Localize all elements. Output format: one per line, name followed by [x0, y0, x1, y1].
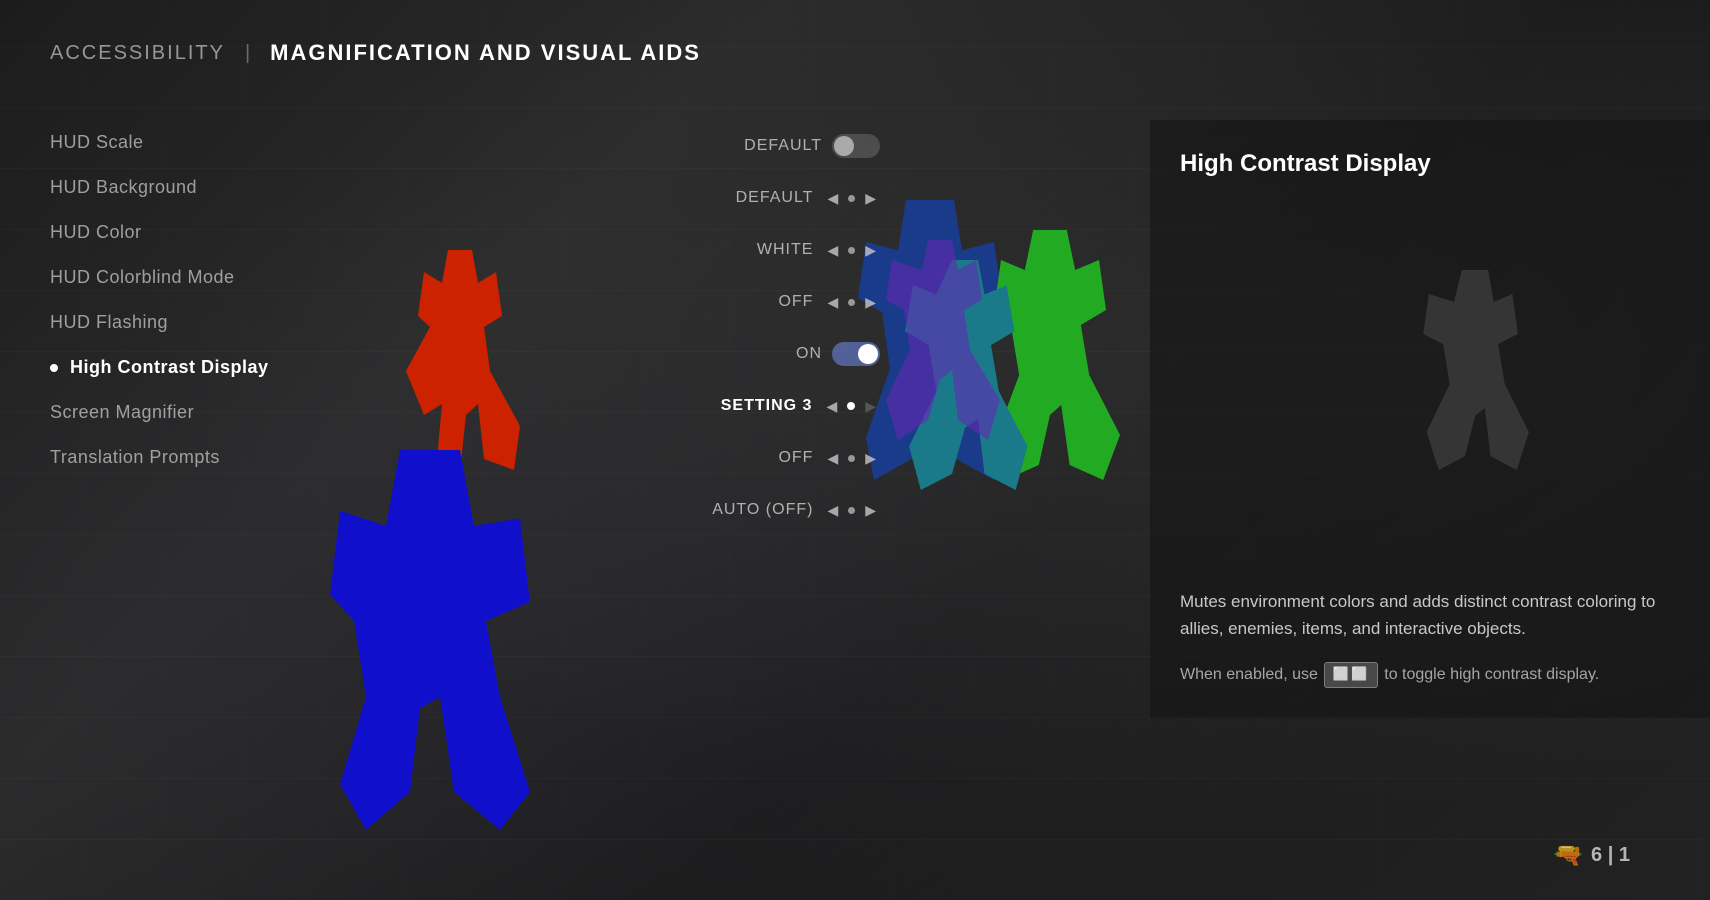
- sidebar-item-hud-colorblind-mode[interactable]: HUD Colorblind Mode: [50, 255, 430, 300]
- ammo-display: 6 | 1: [1591, 844, 1630, 867]
- control-dot-hud-colorblind: [848, 299, 855, 306]
- arrow-right-hud-colorblind[interactable]: ▶: [861, 292, 880, 313]
- contrast-preview-area: [1180, 208, 1680, 568]
- toggle-hud-scale[interactable]: [832, 134, 880, 158]
- settings-list: HUD Scale HUD Background HUD Color HUD C…: [50, 120, 430, 480]
- arrow-controls-hud-colorblind: ◀ ▶: [823, 292, 880, 313]
- arrow-controls-hud-background: ◀ ▶: [823, 188, 880, 209]
- sidebar-item-translation-prompts[interactable]: Translation Prompts: [50, 435, 430, 480]
- key-badge: ⬜⬜: [1324, 662, 1378, 688]
- arrow-left-translation-prompts[interactable]: ◀: [823, 500, 842, 521]
- arrow-right-screen-magnifier[interactable]: ▶: [861, 448, 880, 469]
- arrow-left-hud-color[interactable]: ◀: [823, 240, 842, 261]
- control-dot-hud-color: [848, 247, 855, 254]
- ammo-divider: |: [1602, 844, 1619, 866]
- weapon-icon: 🔫: [1553, 841, 1583, 870]
- control-hud-flashing: ON: [580, 328, 880, 380]
- control-value-hud-background: DEFAULT: [713, 189, 813, 207]
- arrow-left-hud-background[interactable]: ◀: [823, 188, 842, 209]
- arrow-controls-hud-color: ◀ ▶: [823, 240, 880, 261]
- sidebar-item-hud-scale[interactable]: HUD Scale: [50, 120, 430, 165]
- control-hud-scale: DEFAULT: [580, 120, 880, 172]
- sidebar-item-hud-color[interactable]: HUD Color: [50, 210, 430, 255]
- arrow-controls-translation-prompts: ◀ ▶: [823, 500, 880, 521]
- arrow-left-screen-magnifier[interactable]: ◀: [823, 448, 842, 469]
- sidebar-item-hud-background[interactable]: HUD Background: [50, 165, 430, 210]
- arrow-controls-screen-magnifier: ◀ ▶: [823, 448, 880, 469]
- arrow-right-hud-color[interactable]: ▶: [861, 240, 880, 261]
- control-value-hud-scale: DEFAULT: [722, 137, 822, 155]
- hud-bottom: 🔫 6 | 1: [1553, 841, 1630, 870]
- ammo-reserve: 1: [1619, 844, 1630, 866]
- sidebar-item-high-contrast-display[interactable]: High Contrast Display: [50, 345, 430, 390]
- control-dot-screen-magnifier: [848, 455, 855, 462]
- sidebar-item-hud-flashing[interactable]: HUD Flashing: [50, 300, 430, 345]
- control-value-screen-magnifier: OFF: [713, 449, 813, 467]
- control-value-hud-color: WHITE: [713, 241, 813, 259]
- info-panel-title: High Contrast Display: [1180, 150, 1680, 178]
- ui-container: ACCESSIBILITY | MAGNIFICATION AND VISUAL…: [0, 0, 1710, 900]
- control-hud-background: DEFAULT ◀ ▶: [580, 172, 880, 224]
- arrow-right-translation-prompts[interactable]: ▶: [861, 500, 880, 521]
- hint-prefix: When enabled, use: [1180, 663, 1318, 687]
- toggle-knob-hud-flashing: [858, 344, 878, 364]
- control-high-contrast-display: SETTING 3 ◀ ▶: [580, 380, 880, 432]
- hint-suffix: to toggle high contrast display.: [1384, 663, 1599, 687]
- active-indicator-dot: [50, 364, 58, 372]
- arrow-right-high-contrast[interactable]: ▶: [861, 396, 880, 417]
- control-value-high-contrast: SETTING 3: [712, 397, 812, 415]
- header-divider: |: [245, 42, 250, 65]
- sidebar-item-screen-magnifier[interactable]: Screen Magnifier: [50, 390, 430, 435]
- control-hud-color: WHITE ◀ ▶: [580, 224, 880, 276]
- control-dot-translation-prompts: [848, 507, 855, 514]
- info-hint: When enabled, use ⬜⬜ to toggle high cont…: [1180, 662, 1680, 688]
- arrow-left-high-contrast[interactable]: ◀: [822, 396, 841, 417]
- control-value-hud-flashing: ON: [722, 345, 822, 363]
- arrow-left-hud-colorblind[interactable]: ◀: [823, 292, 842, 313]
- control-hud-colorblind-mode: OFF ◀ ▶: [580, 276, 880, 328]
- toggle-hud-flashing[interactable]: [832, 342, 880, 366]
- info-panel: High Contrast Display Mutes environment …: [1150, 120, 1710, 718]
- controls-panel: DEFAULT DEFAULT ◀ ▶ WHITE ◀ ▶ OFF: [580, 120, 880, 536]
- page-title: MAGNIFICATION AND VISUAL AIDS: [270, 40, 701, 66]
- arrow-right-hud-background[interactable]: ▶: [861, 188, 880, 209]
- toggle-knob-hud-scale: [834, 136, 854, 156]
- active-dot-high-contrast: [847, 402, 855, 410]
- arrow-controls-high-contrast: ◀ ▶: [822, 396, 880, 417]
- control-value-hud-colorblind: OFF: [713, 293, 813, 311]
- ammo-current: 6: [1591, 844, 1602, 866]
- info-description: Mutes environment colors and adds distin…: [1180, 588, 1680, 642]
- control-dot-hud-background: [848, 195, 855, 202]
- control-screen-magnifier: OFF ◀ ▶: [580, 432, 880, 484]
- control-translation-prompts: AUTO (OFF) ◀ ▶: [580, 484, 880, 536]
- section-label: ACCESSIBILITY: [50, 42, 225, 65]
- header: ACCESSIBILITY | MAGNIFICATION AND VISUAL…: [50, 40, 701, 66]
- control-value-translation-prompts: AUTO (OFF): [712, 501, 813, 519]
